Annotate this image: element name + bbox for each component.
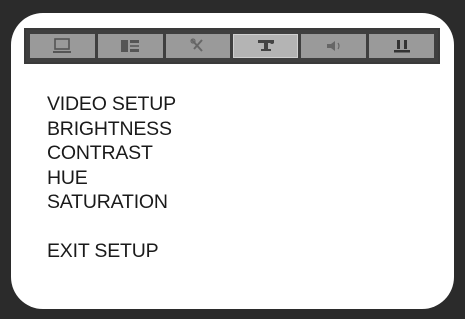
tab-language[interactable]: [97, 34, 163, 58]
tab-audio[interactable]: [301, 34, 367, 58]
menu-item-saturation[interactable]: SATURATION: [47, 190, 176, 215]
menu-item-exit-setup[interactable]: EXIT SETUP: [47, 239, 176, 264]
language-icon: [121, 40, 140, 52]
menu-item-hue[interactable]: HUE: [47, 166, 176, 191]
menu-title-video-setup: VIDEO SETUP: [47, 93, 176, 115]
tab-video-setup[interactable]: [233, 34, 299, 58]
tab-tools[interactable]: [165, 34, 231, 58]
menu-spacer: [47, 215, 176, 240]
video-setup-menu: VIDEO SETUP BRIGHTNESS CONTRAST HUE SATU…: [47, 92, 176, 264]
tab-general[interactable]: [30, 34, 95, 58]
preference-icon: [393, 40, 410, 53]
monitor-icon: [53, 38, 72, 53]
menu-item-contrast[interactable]: CONTRAST: [47, 141, 176, 166]
speaker-icon: [326, 41, 340, 51]
menu-item-brightness[interactable]: BRIGHTNESS: [47, 117, 176, 142]
video-setup-icon: [257, 40, 274, 51]
tools-icon: [190, 38, 203, 52]
tab-preference[interactable]: [369, 34, 434, 58]
device-frame: VIDEO SETUP BRIGHTNESS CONTRAST HUE SATU…: [0, 0, 465, 319]
setup-tab-bar: [24, 28, 440, 64]
